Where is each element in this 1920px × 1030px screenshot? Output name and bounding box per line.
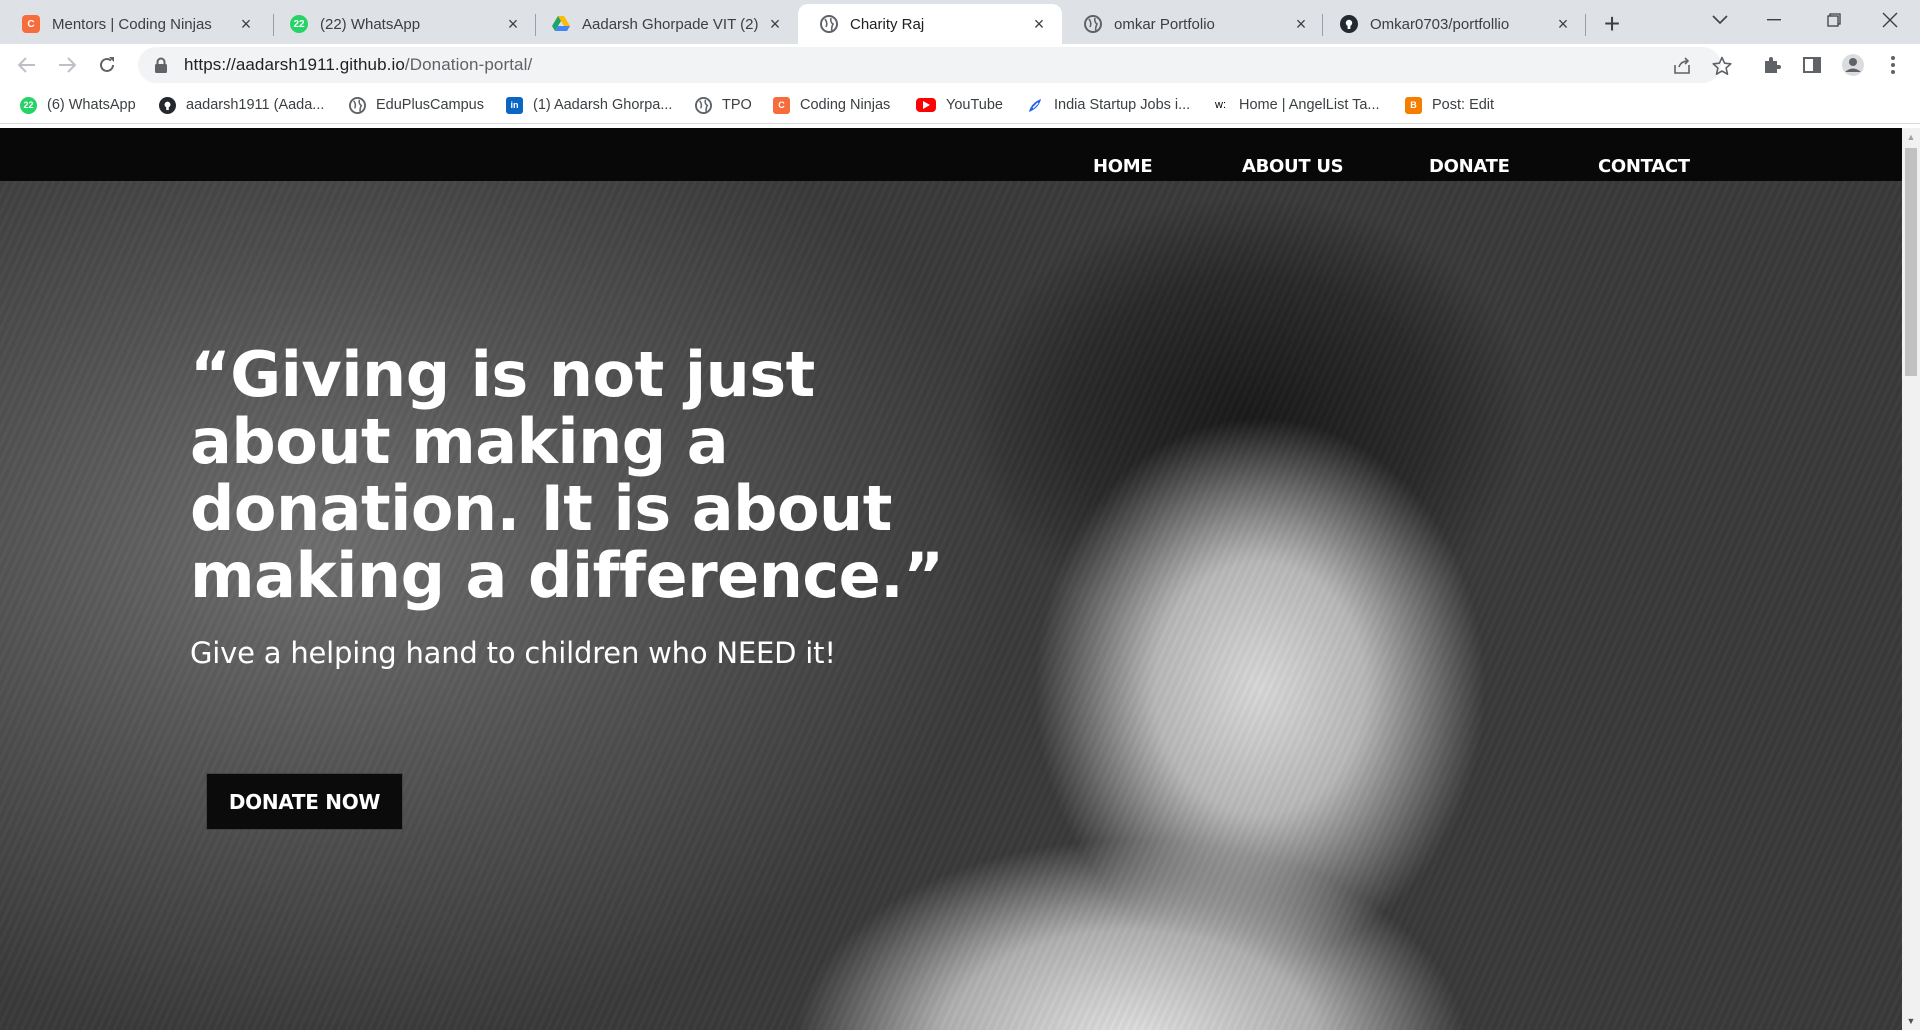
tab-title: (22) WhatsApp (320, 15, 421, 33)
tab-mentors-coding-ninjas[interactable]: C Mentors | Coding Ninjas × (0, 4, 269, 44)
whatsapp-icon: 22 (290, 15, 308, 33)
extensions-icon[interactable] (1759, 52, 1785, 78)
bookmark-label: EduPlusCampus (376, 97, 484, 113)
side-panel-icon[interactable] (1799, 52, 1825, 78)
menu-kebab-icon[interactable] (1880, 52, 1906, 78)
bookmark-star-icon[interactable] (1712, 56, 1732, 76)
bookmark-label: aadarsh1911 (Aada... (186, 97, 325, 113)
arrow-right-icon (59, 57, 76, 73)
scroll-thumb[interactable] (1905, 148, 1917, 376)
bookmark-linkedin[interactable]: in (1) Aadarsh Ghorpa... (506, 95, 672, 115)
close-icon[interactable]: × (504, 14, 522, 34)
site-navbar: HOME ABOUT US DONATE CONTACT (0, 128, 1902, 181)
bookmark-label: YouTube (946, 97, 1003, 113)
bookmark-youtube[interactable]: YouTube (916, 95, 1003, 115)
lock-icon[interactable] (154, 57, 168, 73)
bookmark-label: India Startup Jobs i... (1054, 97, 1191, 113)
nav-donate[interactable]: DONATE (1429, 156, 1510, 177)
scroll-down-arrow-icon[interactable]: ▼ (1902, 1012, 1920, 1030)
tab-charity-raj[interactable]: Charity Raj × (798, 4, 1062, 44)
bookmark-edupluscampus[interactable]: EduPlusCampus (349, 95, 484, 115)
linkedin-icon: in (506, 96, 523, 114)
donate-now-button[interactable]: DONATE NOW (206, 773, 403, 830)
tab-separator (1585, 14, 1586, 36)
close-window-button[interactable] (1862, 0, 1918, 40)
tab-omkar-github[interactable]: Omkar0703/portfollio × (1318, 4, 1586, 44)
share-icon[interactable] (1672, 56, 1692, 76)
nav-about-us[interactable]: ABOUT US (1242, 156, 1344, 177)
tab-title: Charity Raj (850, 15, 925, 33)
bookmark-aadarsh-github[interactable]: aadarsh1911 (Aada... (159, 95, 324, 115)
browser-toolbar: https://aadarsh1911.github.io/Donation-p… (0, 44, 1920, 86)
hero-headline: “Giving is not just about making a donat… (190, 338, 944, 612)
bookmark-whatsapp[interactable]: 22 (6) WhatsApp (20, 95, 136, 115)
coding-ninjas-icon: C (773, 96, 790, 114)
back-button[interactable] (11, 49, 43, 81)
startup-icon (1027, 97, 1044, 114)
close-icon[interactable]: × (1030, 14, 1048, 34)
tab-title: Aadarsh Ghorpade VIT (2).p (582, 15, 758, 33)
bookmark-label: Coding Ninjas (800, 97, 891, 113)
youtube-icon (916, 98, 936, 112)
close-icon[interactable]: × (1292, 14, 1310, 34)
minimize-button[interactable] (1746, 0, 1802, 40)
bookmark-tpo[interactable]: TPO (695, 95, 752, 115)
restore-button[interactable] (1806, 0, 1862, 40)
url-text: https://aadarsh1911.github.io/Donation-p… (184, 55, 532, 75)
bookmark-india-startup-jobs[interactable]: India Startup Jobs i... (1027, 95, 1190, 115)
bookmark-label: Post: Edit (1432, 97, 1495, 113)
tab-whatsapp[interactable]: 22 (22) WhatsApp × (268, 4, 536, 44)
profile-avatar-icon[interactable] (1840, 52, 1866, 78)
bookmark-label: (1) Aadarsh Ghorpa... (533, 97, 673, 113)
reload-icon (100, 57, 114, 72)
blogger-icon: B (1405, 96, 1422, 114)
bookmark-coding-ninjas[interactable]: C Coding Ninjas (773, 95, 890, 115)
minimize-icon (1767, 19, 1781, 21)
coding-ninjas-icon: C (22, 15, 40, 33)
scroll-up-arrow-icon[interactable]: ▲ (1902, 128, 1920, 146)
globe-icon (349, 96, 366, 114)
globe-icon (820, 15, 838, 33)
page-scrollbar[interactable]: ▲ ▼ (1902, 128, 1920, 1030)
bookmark-post-edit[interactable]: B Post: Edit (1405, 95, 1494, 115)
restore-icon (1827, 13, 1841, 27)
url-host: https://aadarsh1911.github.io (184, 55, 405, 74)
tab-omkar-portfolio[interactable]: omkar Portfolio × (1062, 4, 1324, 44)
close-icon[interactable]: × (766, 14, 784, 34)
bookmark-label: TPO (722, 97, 752, 113)
close-icon[interactable]: × (237, 14, 255, 34)
bookmark-label: Home | AngelList Ta... (1239, 97, 1380, 113)
address-bar[interactable]: https://aadarsh1911.github.io/Donation-p… (138, 47, 1732, 83)
url-path: /Donation-portal/ (404, 55, 533, 74)
nav-home[interactable]: HOME (1093, 156, 1153, 177)
angellist-icon: w: (1215, 99, 1226, 111)
arrow-left-icon (18, 57, 35, 73)
globe-icon (1084, 15, 1102, 33)
github-icon (159, 96, 176, 114)
close-icon[interactable]: × (1554, 14, 1572, 34)
new-tab-button[interactable]: + (1596, 8, 1628, 40)
tab-title: omkar Portfolio (1114, 15, 1215, 33)
tab-title: Omkar0703/portfollio (1370, 15, 1510, 33)
nav-contact[interactable]: CONTACT (1598, 156, 1690, 177)
google-drive-icon (552, 15, 570, 33)
whatsapp-icon: 22 (20, 96, 37, 114)
bookmarks-bar: 22 (6) WhatsApp aadarsh1911 (Aada... Edu… (0, 86, 1920, 124)
github-icon (1340, 15, 1358, 33)
tab-strip: C Mentors | Coding Ninjas × 22 (22) What… (0, 0, 1920, 44)
tab-title: Mentors | Coding Ninjas (52, 15, 212, 33)
close-icon (1882, 12, 1898, 28)
tab-google-drive[interactable]: Aadarsh Ghorpade VIT (2).p × (530, 4, 798, 44)
page-viewport: HOME ABOUT US DONATE CONTACT “Giving is … (0, 128, 1902, 1030)
reload-button[interactable] (91, 49, 123, 81)
bookmark-angellist[interactable]: w: Home | AngelList Ta... (1212, 95, 1380, 115)
forward-button[interactable] (51, 49, 83, 81)
bookmark-label: (6) WhatsApp (47, 97, 136, 113)
tab-search-button[interactable] (1692, 0, 1748, 40)
chevron-down-icon (1712, 15, 1728, 25)
hero-subline: Give a helping hand to children who NEED… (190, 636, 836, 670)
globe-icon (695, 96, 712, 114)
